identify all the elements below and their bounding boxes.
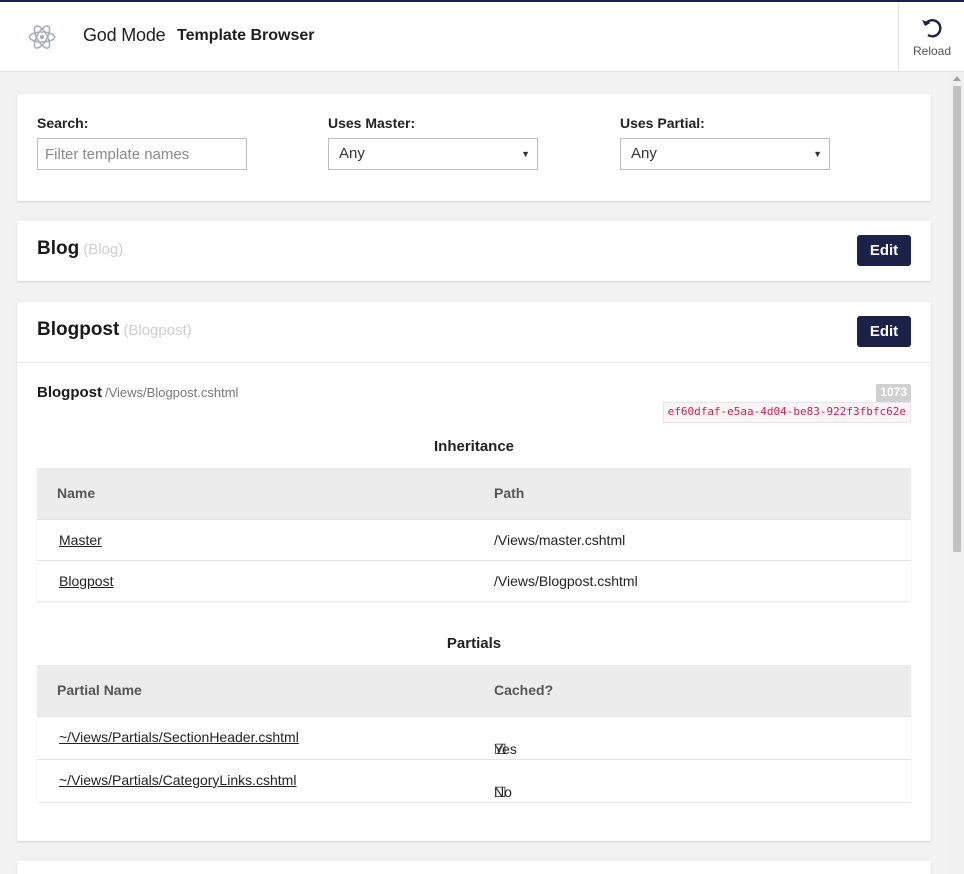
column-header-path: Path (494, 485, 525, 501)
inheritance-path: /Views/Blogpost.cshtml (494, 573, 638, 589)
partial-select-value: Any (631, 145, 657, 162)
dropdown-caret-icon: ▼ (521, 149, 530, 159)
table-header: Partial Name Cached? (37, 665, 911, 716)
edit-button[interactable]: Edit (857, 316, 911, 347)
atom-logo-icon (28, 25, 56, 49)
template-card-blogpost: Blogpost (Blogpost) Edit Blogpost/Views/B… (17, 302, 931, 841)
template-alias: (Blog) (83, 241, 124, 258)
template-path: /Views/Blogpost.cshtml (105, 385, 239, 400)
template-name: Blog (Blog) (37, 238, 124, 259)
template-header[interactable]: Blogpost (Blogpost) Edit (17, 302, 931, 362)
dropdown-caret-icon: ▼ (813, 149, 822, 159)
partial-select[interactable]: Any ▼ (620, 138, 830, 170)
edit-button[interactable]: Edit (857, 235, 911, 266)
inheritance-title: Inheritance (433, 438, 515, 455)
table-row: ~/Views/Partials/CategoryLinks.cshtml ☐ N… (37, 759, 911, 802)
partial-link-section-header[interactable]: ~/Views/Partials/SectionHeader.cshtml (59, 729, 299, 745)
column-header-name: Name (57, 485, 96, 501)
master-select[interactable]: Any ▼ (328, 138, 538, 170)
page-scrollbar[interactable] (950, 72, 964, 874)
master-filter-label: Uses Master: (328, 115, 416, 131)
scrollbar-thumb[interactable] (953, 86, 961, 552)
page-title: Template Browser (177, 27, 315, 44)
template-guid: ef60dfaf-e5aa-4d04-be83-922f3fbfc62e (662, 402, 911, 423)
partial-link-category-links[interactable]: ~/Views/Partials/CategoryLinks.cshtml (59, 772, 296, 788)
inheritance-link-master[interactable]: Master (59, 532, 102, 548)
master-select-value: Any (339, 145, 365, 162)
partial-filter-label: Uses Partial: (620, 115, 705, 131)
table-header: Name Path (37, 468, 911, 519)
divider (17, 362, 931, 363)
inheritance-table: Name Path Master /Views/master.cshtml Bl… (37, 468, 911, 601)
table-row: ~/Views/Partials/SectionHeader.cshtml ☑ Y… (37, 716, 911, 759)
template-header[interactable]: Blog (Blog) Edit (17, 221, 931, 281)
reload-label: Reload (912, 44, 952, 58)
reload-button[interactable]: Reload (898, 2, 964, 72)
brand-name: God Mode (83, 25, 166, 45)
scroll-up-arrow-icon[interactable] (953, 76, 961, 81)
template-name: Blogpost (Blogpost) (37, 319, 192, 340)
filter-panel: Search: Uses Master: Any ▼ Uses Partial:… (17, 94, 931, 201)
search-filter: Search: (37, 115, 247, 170)
partials-table: Partial Name Cached? ~/Views/Partials/Se… (37, 665, 911, 802)
table-row: Blogpost /Views/Blogpost.cshtml (37, 560, 911, 601)
table-row: Master /Views/master.cshtml (37, 519, 911, 560)
partial-filter: Uses Partial: Any ▼ (620, 115, 830, 170)
template-alias: (Blogpost) (123, 322, 192, 339)
template-card-next (17, 861, 931, 874)
search-label: Search: (37, 115, 89, 131)
search-input[interactable] (37, 138, 247, 170)
template-detail-name: Blogpost/Views/Blogpost.cshtml (37, 384, 239, 401)
inheritance-link-blogpost[interactable]: Blogpost (59, 573, 113, 589)
template-id-badge: 1073 (876, 384, 911, 402)
master-filter: Uses Master: Any ▼ (328, 115, 538, 170)
reload-icon (922, 19, 942, 38)
partials-title: Partials (446, 635, 502, 652)
column-header-cached: Cached? (494, 682, 554, 698)
column-header-partial-name: Partial Name (57, 682, 142, 698)
inheritance-path: /Views/master.cshtml (494, 532, 626, 548)
template-card-blog: Blog (Blog) Edit (17, 221, 931, 281)
top-bar: God Mode Template Browser Reload (0, 2, 964, 72)
